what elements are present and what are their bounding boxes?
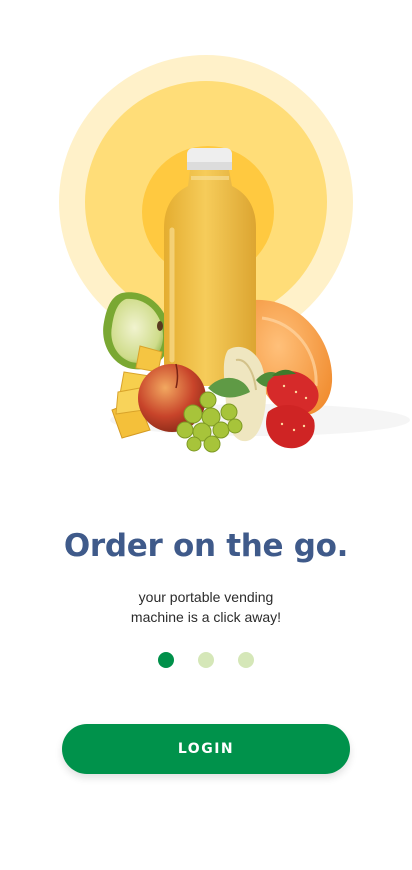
page-dot-2[interactable] <box>198 652 214 668</box>
login-button[interactable]: LOGIN <box>62 724 350 774</box>
onboarding-headline: Order on the go. <box>63 528 349 564</box>
page-dot-1[interactable] <box>158 652 174 668</box>
juice-bottle-with-fruits-image <box>59 55 410 453</box>
onboarding-subtitle: your portable vending machine is a click… <box>0 587 412 627</box>
strawberries <box>266 369 319 449</box>
subtitle-line-2: machine is a click away! <box>130 609 282 625</box>
subtitle-line-1: your portable vending <box>138 589 274 605</box>
page-indicator <box>0 652 412 668</box>
page-dot-3[interactable] <box>238 652 254 668</box>
hero-illustration <box>0 0 412 470</box>
